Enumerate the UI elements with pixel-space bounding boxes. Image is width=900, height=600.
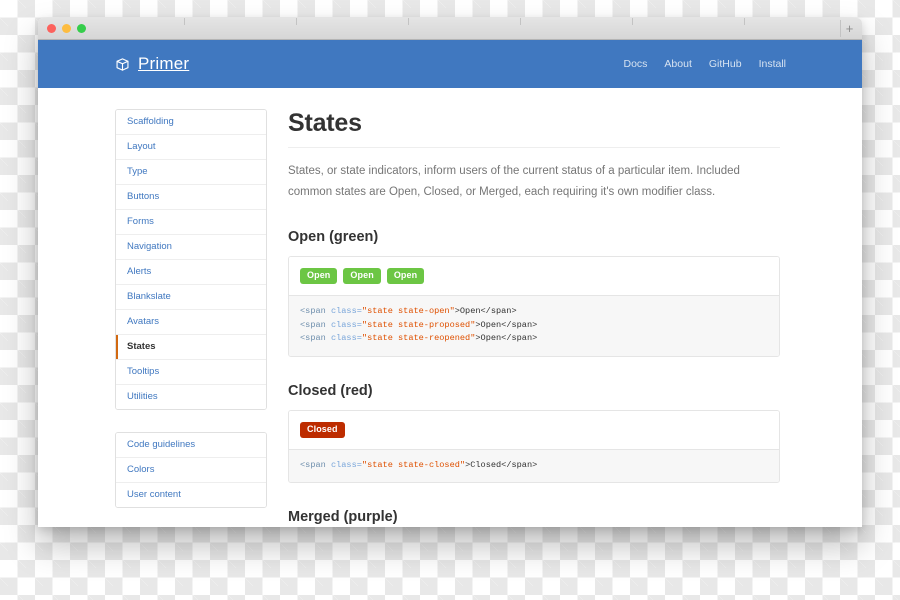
tab-seams <box>38 18 862 39</box>
code-token-text: >Closed</span> <box>465 459 538 470</box>
code-line: <span class="state state-closed">Closed<… <box>300 459 768 473</box>
nav-link-about[interactable]: About <box>664 58 691 70</box>
sidebar-item-user-content[interactable]: User content <box>116 483 266 507</box>
status-badge-proposed: Open <box>343 268 381 284</box>
package-box-icon <box>115 57 130 72</box>
page-body: Scaffolding Layout Type Buttons Forms Na… <box>38 88 862 527</box>
code-token-tag: <span <box>300 333 331 343</box>
example-block-open: Open Open Open <span class="state state-… <box>288 256 780 357</box>
code-token-text: >Open</span> <box>454 306 517 316</box>
code-token-attr: class= <box>330 319 362 330</box>
site-masthead: Primer Docs About GitHub Install <box>38 40 862 88</box>
masthead-nav: Docs About GitHub Install <box>623 58 786 70</box>
sidebar-item-type[interactable]: Type <box>116 160 266 185</box>
code-token-string: "state state-open" <box>361 306 455 316</box>
sidebar-item-scaffolding[interactable]: Scaffolding <box>116 110 266 135</box>
code-token-text: >Open</span> <box>475 319 538 330</box>
sidebar-item-layout[interactable]: Layout <box>116 135 266 160</box>
sidebar-item-buttons[interactable]: Buttons <box>116 185 266 210</box>
code-block-open: <span class="state state-open">Open</spa… <box>289 295 779 356</box>
browser-window: + Primer Docs About GitHub Install Scaff… <box>38 18 862 527</box>
sidebar-item-alerts[interactable]: Alerts <box>116 260 266 285</box>
main-content: States States, or state indicators, info… <box>288 109 780 527</box>
code-token-tag: <span <box>300 319 331 330</box>
page-lead-paragraph: States, or state indicators, inform user… <box>288 165 740 198</box>
sidebar-item-states[interactable]: States <box>116 335 266 360</box>
code-token-string: "state state-proposed" <box>361 319 476 330</box>
code-line: <span class="state state-open">Open</spa… <box>300 305 768 319</box>
nav-link-github[interactable]: GitHub <box>709 58 742 70</box>
sidebar-item-utilities[interactable]: Utilities <box>116 385 266 409</box>
sidebar: Scaffolding Layout Type Buttons Forms Na… <box>115 109 267 527</box>
sidebar-group-components: Scaffolding Layout Type Buttons Forms Na… <box>115 109 267 410</box>
zoom-window-button[interactable] <box>77 24 86 33</box>
status-badge-closed: Closed <box>300 421 345 438</box>
code-token-attr: class= <box>330 333 362 343</box>
code-token-string: "state state-closed" <box>361 459 466 470</box>
status-badge-reopened: Open <box>386 268 425 284</box>
example-preview-open: Open Open Open <box>289 257 779 295</box>
status-badge-open: Open <box>300 268 338 284</box>
section-heading-open: Open (green) <box>288 229 379 245</box>
brand-link[interactable]: Primer <box>115 54 189 74</box>
sidebar-item-tooltips[interactable]: Tooltips <box>116 360 266 385</box>
new-tab-button[interactable]: + <box>840 20 858 37</box>
sidebar-item-code-guidelines[interactable]: Code guidelines <box>116 433 266 458</box>
code-token-tag: <span <box>300 306 331 316</box>
sidebar-group-guides: Code guidelines Colors User content <box>115 432 267 508</box>
sidebar-item-blankslate[interactable]: Blankslate <box>116 285 266 310</box>
example-preview-closed: Closed <box>289 410 779 449</box>
sidebar-item-navigation[interactable]: Navigation <box>116 235 266 260</box>
code-token-attr: class= <box>330 306 362 316</box>
code-token-text: >Open</span> <box>475 333 538 343</box>
section-heading-merged: Merged (purple) <box>288 509 398 525</box>
sidebar-item-forms[interactable]: Forms <box>116 210 266 235</box>
code-line: <span class="state state-proposed">Open<… <box>300 319 768 333</box>
code-token-tag: <span <box>300 459 331 470</box>
code-block-closed: <span class="state state-closed">Closed<… <box>289 448 779 482</box>
nav-link-install[interactable]: Install <box>759 58 786 70</box>
sidebar-item-avatars[interactable]: Avatars <box>116 310 266 335</box>
brand-name: Primer <box>138 54 190 73</box>
example-block-closed: Closed <span class="state state-closed">… <box>288 409 780 483</box>
sidebar-item-colors[interactable]: Colors <box>116 458 266 483</box>
section-heading-closed: Closed (red) <box>288 382 373 399</box>
minimize-window-button[interactable] <box>62 24 71 33</box>
window-traffic-lights[interactable] <box>38 24 86 33</box>
close-window-button[interactable] <box>47 24 56 33</box>
code-line: <span class="state state-reopened">Open<… <box>300 332 768 346</box>
page-title: States <box>288 109 780 148</box>
browser-title-bar: + <box>38 18 862 40</box>
code-token-attr: class= <box>330 459 362 470</box>
code-token-string: "state state-reopened" <box>361 333 476 343</box>
nav-link-docs[interactable]: Docs <box>623 58 647 70</box>
